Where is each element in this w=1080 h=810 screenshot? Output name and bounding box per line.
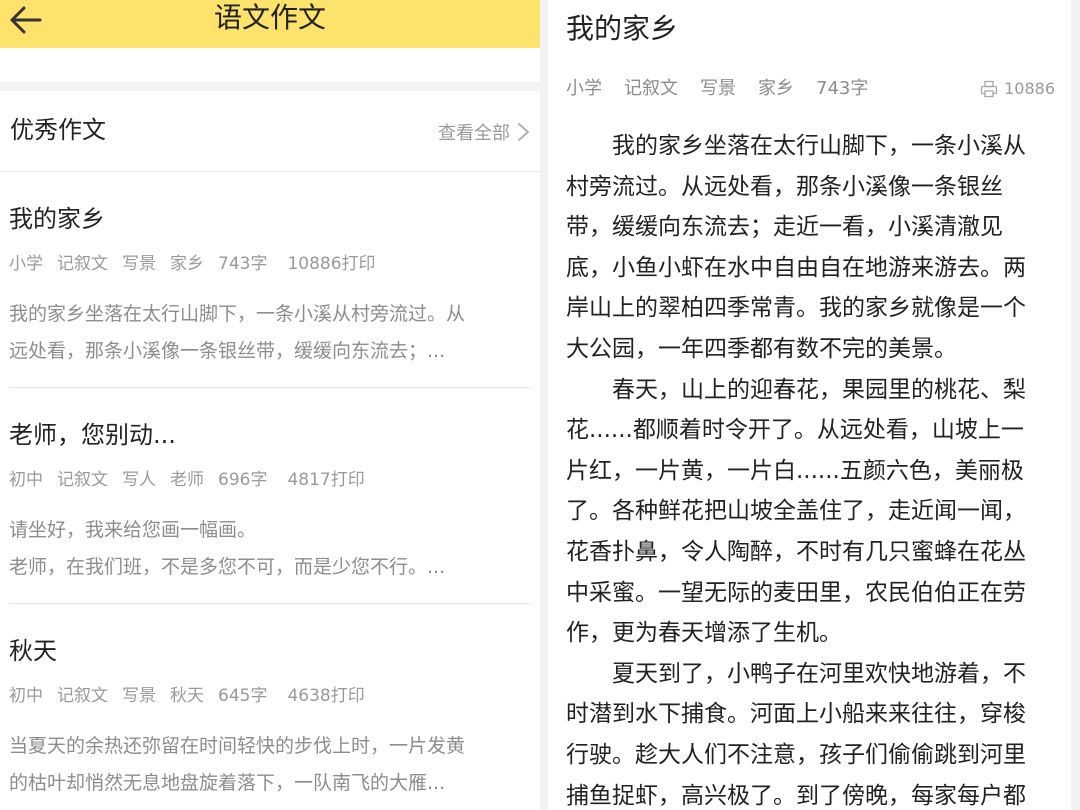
printer-icon <box>980 80 998 98</box>
essay-topic: 家乡 <box>170 254 204 274</box>
essay-excerpt: 请坐好，我来给您画一幅画。 老师，在我们班，不是多您不可，而是少您不行。... <box>9 512 534 586</box>
excerpt-line: 当夏天的余热还弥留在时间轻快的步伐上时，一片发黄 <box>9 735 466 757</box>
essay-title: 老师，您别动... <box>9 421 176 449</box>
view-all-link[interactable]: 查看全部 <box>438 119 530 145</box>
essay-list-screen: 语文作文 优秀作文 查看全部 我的家乡 小学 记叙文 写景 家乡 743字 10… <box>0 0 540 810</box>
page-title: 语文作文 <box>213 1 326 34</box>
body-line: 我的家乡坐落在太行山脚下，一条小溪从 <box>612 133 1026 159</box>
essay-level: 小学 <box>9 254 43 274</box>
section-header: 优秀作文 查看全部 <box>0 91 540 172</box>
essay-print-count: 4817打印 <box>287 470 365 490</box>
essay-style: 写景 <box>122 254 156 274</box>
essay-style: 写人 <box>122 470 156 490</box>
body-line: 花香扑鼻，令人陶醉，不时有几只蜜蜂在花丛 <box>566 538 1026 565</box>
article-tag: 小学 <box>566 78 602 99</box>
body-line: 片红，一片黄，一片白......五颜六色，美丽极 <box>566 457 1024 484</box>
excerpt-line: 的枯叶却悄然无息地盘旋着落下，一队南飞的大雁... <box>9 772 446 794</box>
excerpt-line: 远处看，那条小溪像一条银丝带，缓缓向东流去；... <box>9 340 446 362</box>
essay-style: 写景 <box>122 686 156 706</box>
excerpt-line: 我的家乡坐落在太行山脚下，一条小溪从村旁流过。从 <box>9 303 466 325</box>
excerpt-line: 老师，在我们班，不是多您不可，而是少您不行。... <box>9 556 446 578</box>
essay-list-item[interactable]: 秋天 初中 记叙文 写景 秋天 645字 4638打印 当夏天的余热还弥留在时间… <box>0 604 540 810</box>
essay-genre: 记叙文 <box>57 254 108 274</box>
essay-genre: 记叙文 <box>57 686 108 706</box>
article-tag: 记叙文 <box>624 78 678 99</box>
top-bar: 语文作文 <box>0 0 540 48</box>
essay-list-item[interactable]: 老师，您别动... 初中 记叙文 写人 老师 696字 4817打印 请坐好，我… <box>0 388 540 604</box>
article-tags: 小学 记叙文 写景 家乡 743字 <box>566 76 890 102</box>
essay-excerpt: 我的家乡坐落在太行山脚下，一条小溪从村旁流过。从 远处看，那条小溪像一条银丝带，… <box>9 296 534 370</box>
body-line: 作，更为春天增添了生机。 <box>566 620 842 647</box>
essay-print-count: 10886打印 <box>287 254 376 274</box>
essay-meta: 初中 记叙文 写人 老师 696字 4817打印 <box>9 468 379 492</box>
article-word-count: 743字 <box>816 78 869 99</box>
body-line: 岸山上的翠柏四季常青。我的家乡就像是一个 <box>566 295 1026 322</box>
essay-meta: 小学 记叙文 写景 家乡 743字 10886打印 <box>9 252 390 276</box>
essay-list-item[interactable]: 我的家乡 小学 记叙文 写景 家乡 743字 10886打印 我的家乡坐落在太行… <box>0 172 540 388</box>
body-line: 了。各种鲜花把山坡全盖住了，走近闻一闻， <box>566 498 1026 525</box>
excerpt-line: 请坐好，我来给您画一幅画。 <box>9 519 257 541</box>
essay-level: 初中 <box>9 686 43 706</box>
print-count[interactable]: 10886 <box>980 78 1055 100</box>
essay-level: 初中 <box>9 470 43 490</box>
article-body: 我的家乡坐落在太行山脚下，一条小溪从 村旁流过。从远处看，那条小溪像一条银丝 带… <box>566 126 1056 810</box>
body-line: 时潜到水下捕食。河面上小船来来往往，穿梭 <box>566 701 1026 728</box>
body-line: 村旁流过。从远处看，那条小溪像一条银丝 <box>566 173 1003 200</box>
article-title: 我的家乡 <box>566 12 679 45</box>
body-line: 大公园，一年四季都有数不完的美景。 <box>566 335 957 362</box>
body-line: 春天，山上的迎春花，果园里的桃花、梨 <box>612 376 1026 403</box>
essay-excerpt: 当夏天的余热还弥留在时间轻快的步伐上时，一片发黄 的枯叶却悄然无息地盘旋着落下，… <box>9 728 534 802</box>
article-tag: 家乡 <box>758 78 794 99</box>
body-line: 夏天到了，小鸭子在河里欢快地游着，不 <box>612 660 1026 687</box>
essay-title: 我的家乡 <box>9 205 105 233</box>
essay-topic: 老师 <box>170 470 204 490</box>
article-tag: 写景 <box>700 78 736 99</box>
body-line: 底，小鱼小虾在水中自由自在地游来游去。两 <box>566 254 1026 281</box>
print-count-value: 10886 <box>1004 79 1055 98</box>
article-detail-screen: 我的家乡 小学 记叙文 写景 家乡 743字 10886 我的家乡坐落在太行山脚… <box>548 0 1071 810</box>
body-line: 带，缓缓向东流去；走近一看，小溪清澈见 <box>566 214 1003 241</box>
section-title: 优秀作文 <box>10 116 106 144</box>
body-line: 行驶。趁大人们不注意，孩子们偷偷跳到河里 <box>566 741 1026 768</box>
spacer-band <box>0 48 540 82</box>
essay-word-count: 645字 <box>218 686 268 706</box>
essay-word-count: 696字 <box>218 470 268 490</box>
essay-title: 秋天 <box>9 637 57 665</box>
view-all-label: 查看全部 <box>438 123 510 144</box>
essay-topic: 秋天 <box>170 686 204 706</box>
essay-word-count: 743字 <box>218 254 268 274</box>
essay-meta: 初中 记叙文 写景 秋天 645字 4638打印 <box>9 684 379 708</box>
body-line: 花......都顺着时令开了。从远处看，山坡上一 <box>566 417 1024 444</box>
essay-genre: 记叙文 <box>57 470 108 490</box>
body-line: 捕鱼捉虾，高兴极了。到了傍晚，每家每户都 <box>566 782 1026 809</box>
essay-print-count: 4638打印 <box>287 686 365 706</box>
excellent-essays-card: 优秀作文 查看全部 我的家乡 小学 记叙文 写景 家乡 743字 10886打印… <box>0 91 540 810</box>
body-line: 中采蜜。一望无际的麦田里，农民伯伯正在劳 <box>566 579 1026 606</box>
chevron-right-icon <box>518 123 529 141</box>
